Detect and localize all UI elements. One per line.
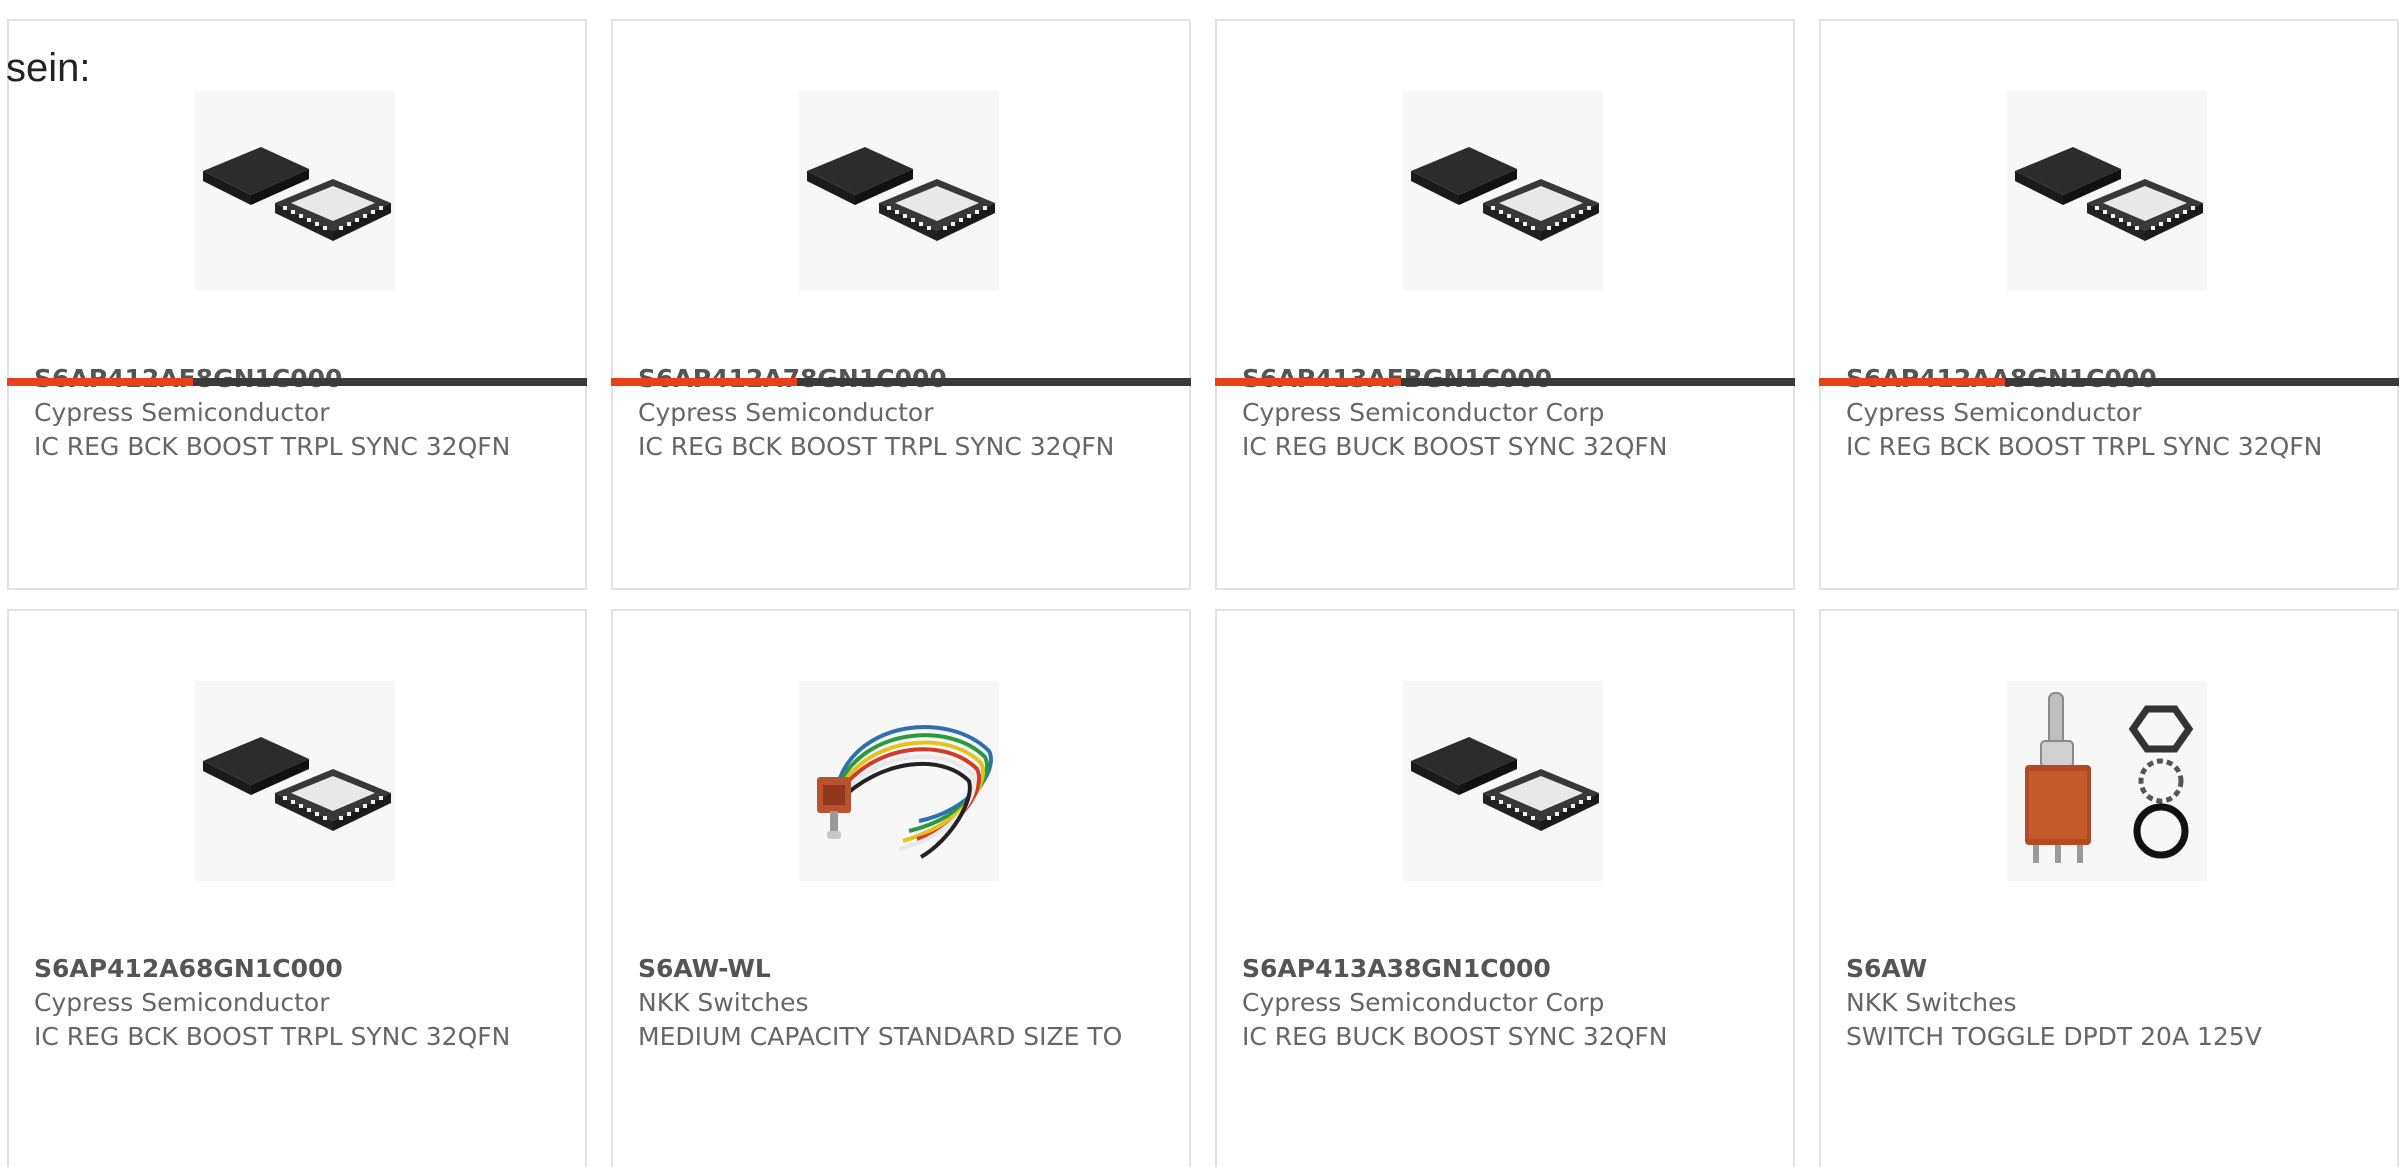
part-number[interactable]: S6AP412A68GN1C000 bbox=[34, 952, 545, 986]
manufacturer: Cypress Semiconductor bbox=[34, 988, 330, 1017]
product-card[interactable]: S6AW-WL NKK Switches MEDIUM CAPACITY STA… bbox=[611, 609, 1191, 1167]
description: SWITCH TOGGLE DPDT 20A 125V bbox=[1846, 1022, 2262, 1051]
product-image[interactable] bbox=[799, 91, 999, 291]
description: IC REG BUCK BOOST SYNC 32QFN bbox=[1242, 432, 1668, 461]
card-progress-fill bbox=[7, 378, 193, 386]
product-image[interactable] bbox=[195, 681, 395, 881]
card-progress-bar bbox=[7, 378, 587, 386]
manufacturer: Cypress Semiconductor Corp bbox=[1242, 398, 1605, 427]
page: sein: S6AP412AF8GN1C000 Cypress Semicond… bbox=[0, 0, 2400, 1167]
product-image[interactable] bbox=[1403, 681, 1603, 881]
manufacturer: Cypress Semiconductor bbox=[34, 398, 330, 427]
part-number[interactable]: S6AW-WL bbox=[638, 952, 1149, 986]
part-number[interactable]: S6AP413A38GN1C000 bbox=[1242, 952, 1753, 986]
product-info: S6AW-WL NKK Switches MEDIUM CAPACITY STA… bbox=[638, 952, 1149, 1054]
product-card[interactable]: S6AP413AFBGN1C000 Cypress Semiconductor … bbox=[1215, 19, 1795, 590]
product-image[interactable] bbox=[1403, 91, 1603, 291]
product-card[interactable]: S6AP412A68GN1C000 Cypress Semiconductor … bbox=[7, 609, 587, 1167]
qfn-chip-icon bbox=[807, 147, 995, 241]
product-info: S6AP412A68GN1C000 Cypress Semiconductor … bbox=[34, 952, 545, 1054]
toggle-switch-wired-icon bbox=[817, 725, 993, 859]
manufacturer: NKK Switches bbox=[1846, 988, 2017, 1017]
qfn-chip-icon bbox=[1411, 147, 1599, 241]
card-progress-bar bbox=[1819, 378, 2399, 386]
manufacturer: NKK Switches bbox=[638, 988, 809, 1017]
card-progress-bar bbox=[1215, 378, 1795, 386]
product-image[interactable] bbox=[195, 91, 395, 291]
product-info: S6AW NKK Switches SWITCH TOGGLE DPDT 20A… bbox=[1846, 952, 2357, 1054]
product-image[interactable] bbox=[799, 681, 999, 881]
manufacturer: Cypress Semiconductor bbox=[638, 398, 934, 427]
product-image[interactable] bbox=[2007, 681, 2207, 881]
card-progress-bar bbox=[611, 378, 1191, 386]
product-card[interactable]: S6AP412AA8GN1C000 Cypress Semiconductor … bbox=[1819, 19, 2399, 590]
qfn-chip-icon bbox=[203, 147, 391, 241]
card-progress-fill bbox=[1215, 378, 1401, 386]
qfn-chip-icon bbox=[1411, 737, 1599, 831]
manufacturer: Cypress Semiconductor bbox=[1846, 398, 2142, 427]
description: IC REG BCK BOOST TRPL SYNC 32QFN bbox=[638, 432, 1115, 461]
product-card[interactable]: S6AP412A78GN1C000 Cypress Semiconductor … bbox=[611, 19, 1191, 590]
product-image[interactable] bbox=[2007, 91, 2207, 291]
qfn-chip-icon bbox=[2015, 147, 2203, 241]
card-progress-fill bbox=[611, 378, 797, 386]
product-card[interactable]: S6AP412AF8GN1C000 Cypress Semiconductor … bbox=[7, 19, 587, 590]
description: IC REG BCK BOOST TRPL SYNC 32QFN bbox=[34, 432, 511, 461]
product-grid: S6AP412AF8GN1C000 Cypress Semiconductor … bbox=[7, 19, 2399, 1167]
description: MEDIUM CAPACITY STANDARD SIZE TO bbox=[638, 1022, 1123, 1051]
product-card[interactable]: S6AW NKK Switches SWITCH TOGGLE DPDT 20A… bbox=[1819, 609, 2399, 1167]
description: IC REG BCK BOOST TRPL SYNC 32QFN bbox=[34, 1022, 511, 1051]
intro-text: sein: bbox=[6, 46, 91, 90]
description: IC REG BCK BOOST TRPL SYNC 32QFN bbox=[1846, 432, 2323, 461]
product-info: S6AP413A38GN1C000 Cypress Semiconductor … bbox=[1242, 952, 1753, 1054]
part-number[interactable]: S6AW bbox=[1846, 952, 2357, 986]
toggle-switch-icon bbox=[2025, 692, 2194, 863]
qfn-chip-icon bbox=[203, 737, 391, 831]
manufacturer: Cypress Semiconductor Corp bbox=[1242, 988, 1605, 1017]
description: IC REG BUCK BOOST SYNC 32QFN bbox=[1242, 1022, 1668, 1051]
card-progress-fill bbox=[1819, 378, 2005, 386]
product-card[interactable]: S6AP413A38GN1C000 Cypress Semiconductor … bbox=[1215, 609, 1795, 1167]
